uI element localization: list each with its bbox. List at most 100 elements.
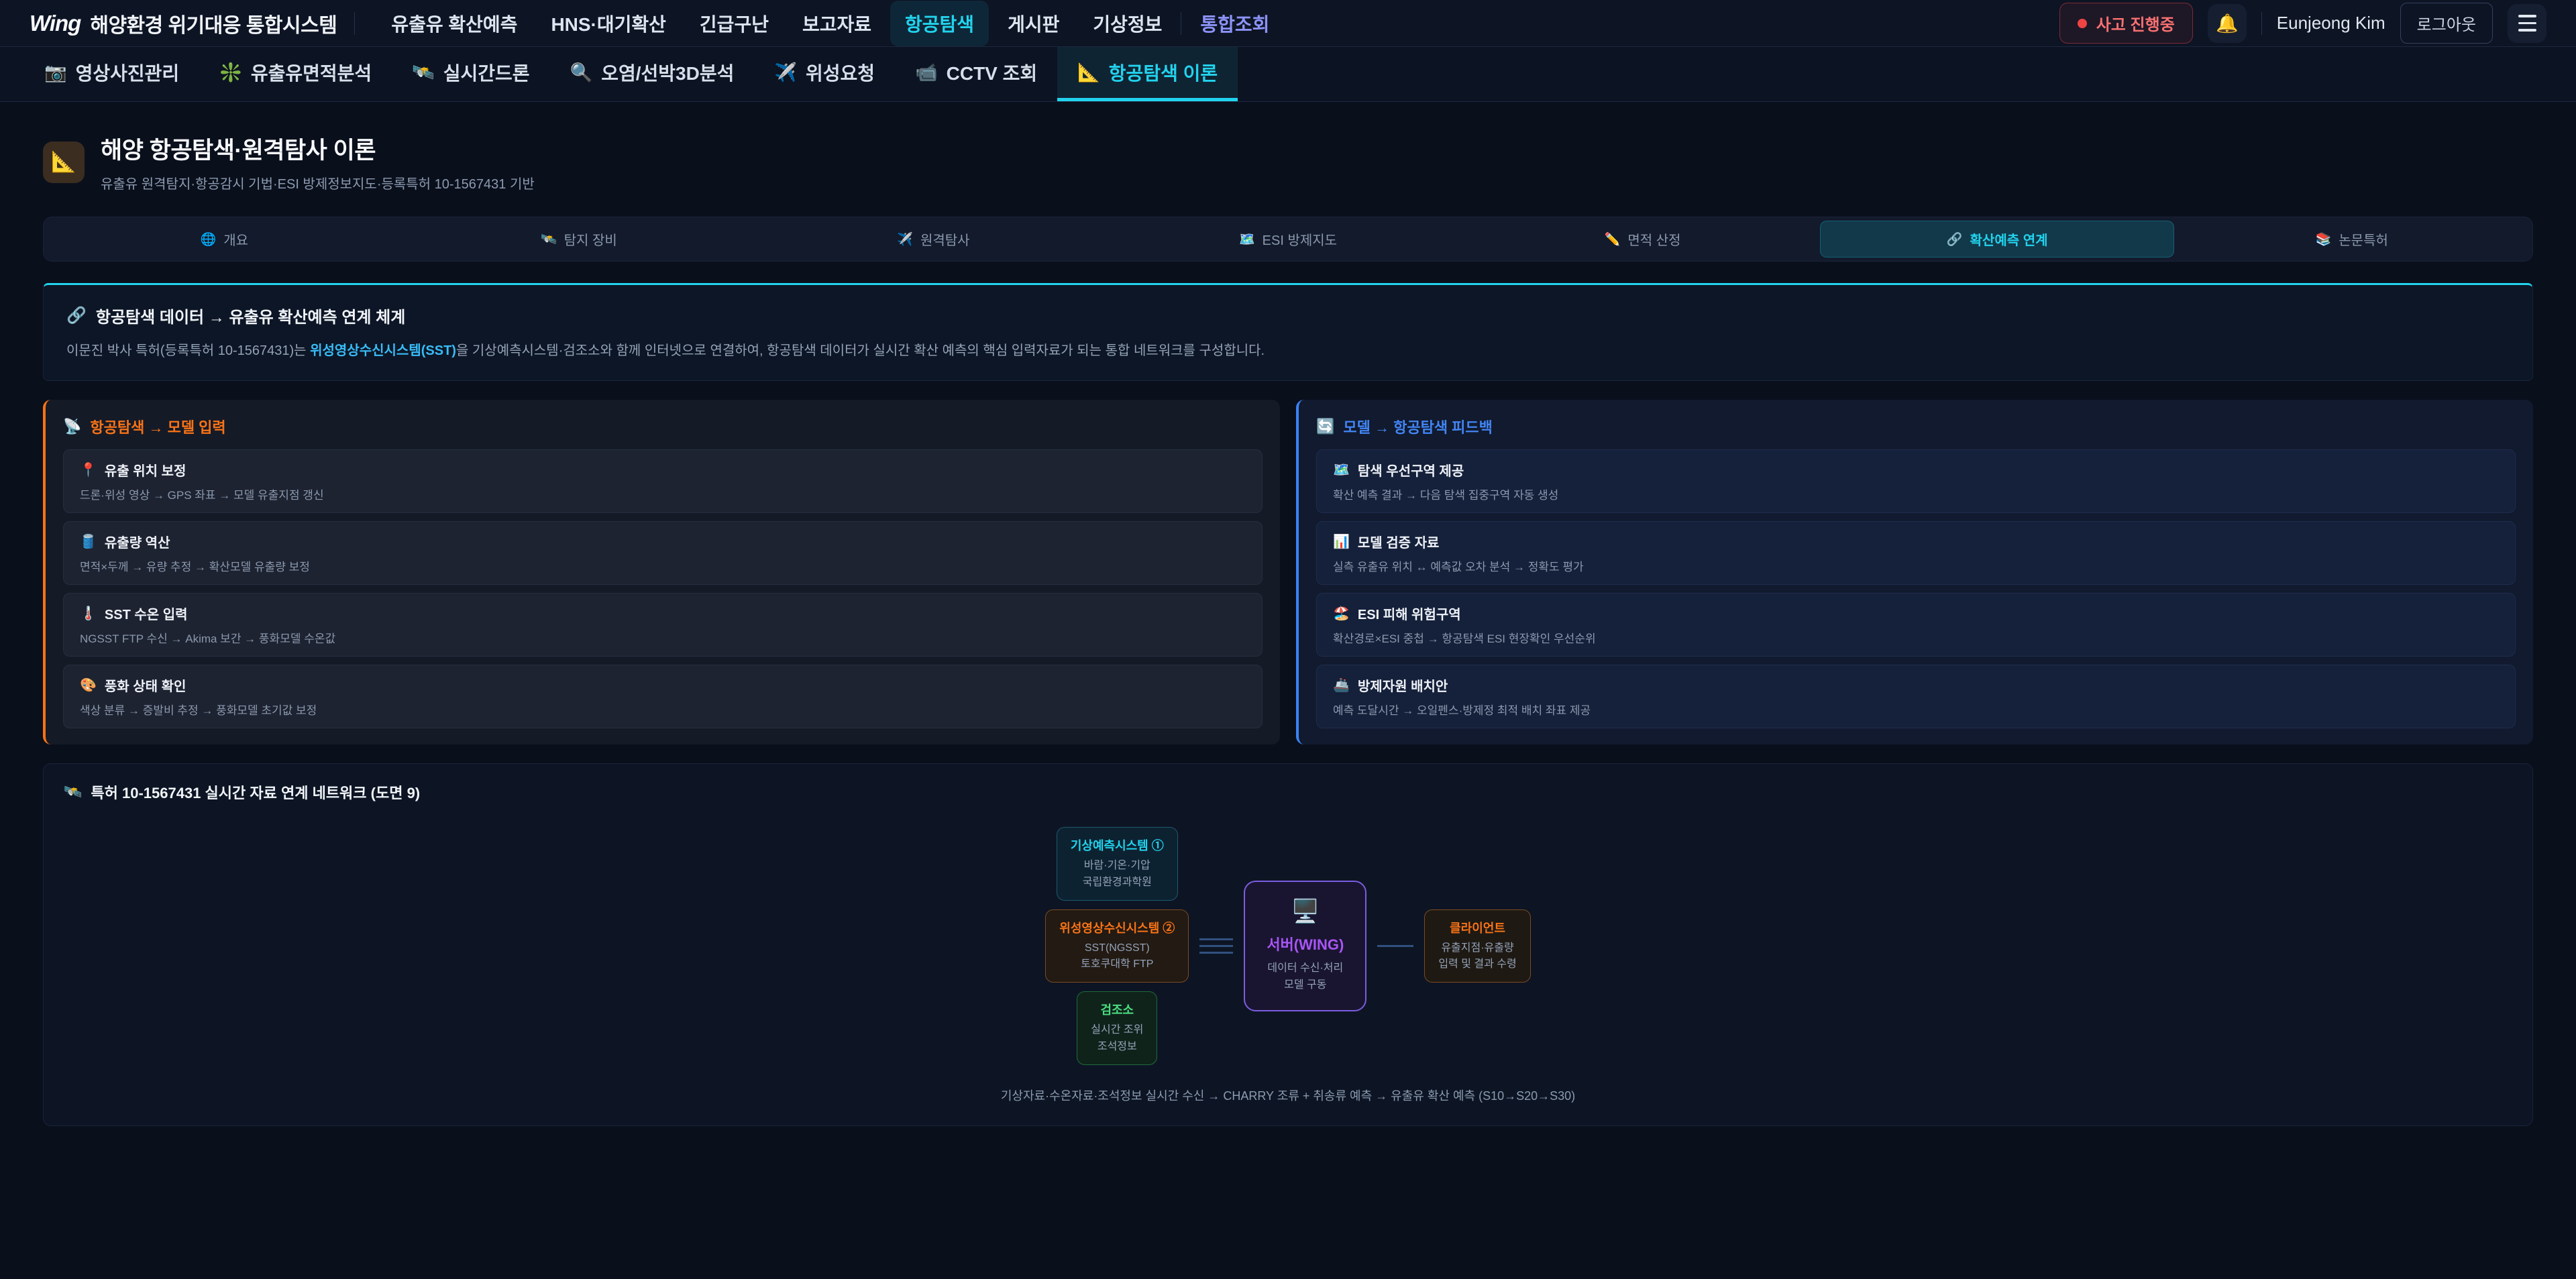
tab-papers-patents[interactable]: 📚 논문특허 (2174, 221, 2529, 258)
triangle-ruler-icon: 📐 (1077, 62, 1100, 83)
nav-item-board[interactable]: 게시판 (993, 1, 1074, 46)
subtab-realtime-drone[interactable]: 🛰️ 실시간드론 (392, 47, 549, 101)
hamburger-menu-button[interactable] (2508, 4, 2546, 43)
nav-item-weather-info[interactable]: 기상정보 (1078, 1, 1177, 46)
node-line: 데이터 수신·처리 (1267, 960, 1344, 977)
subtab-label: 유출유면적분석 (251, 59, 372, 86)
node-title: 기상예측시스템 ① (1071, 836, 1164, 854)
incident-status-badge[interactable]: 사고 진행중 (2059, 3, 2193, 44)
tab-overview[interactable]: 🌐 개요 (47, 221, 402, 258)
satellite-antenna-icon: 📡 (63, 418, 81, 435)
content-container: 📐 해양 항공탐색·원격탐사 이론 유출유 원격탐지·항공감시 기법·ESI 방… (0, 131, 2576, 1126)
divider (2261, 12, 2262, 35)
diagram-title-text: 특허 10-1567431 실시간 자료 연계 네트워크 (도면 9) (91, 781, 420, 803)
palette-icon: 🎨 (80, 677, 97, 693)
tab-label: 개요 (223, 229, 248, 249)
nav-item-emergency-rescue[interactable]: 긴급구난 (685, 1, 784, 46)
list-item-sst-temperature-input: 🌡️ SST 수온 입력 NGSST FTP 수신 → Akima 보간 → 풍… (63, 593, 1263, 657)
tab-detection-equipment[interactable]: 🛰️ 탐지 장비 (402, 221, 757, 258)
linkage-overview-card: 🔗 항공탐색 데이터 → 유출유 확산예측 연계 체계 이문진 박사 특허(등록… (43, 283, 2533, 381)
divider (354, 12, 355, 35)
logout-button[interactable]: 로그아웃 (2400, 3, 2493, 44)
notifications-button[interactable]: 🔔 (2208, 4, 2247, 43)
item-title: SST 수온 입력 (105, 604, 188, 623)
subtab-image-photo-management[interactable]: 📷 영상사진관리 (24, 47, 199, 101)
nav-item-reports[interactable]: 보고자료 (788, 1, 886, 46)
item-desc: 예측 도달시간 → 오일펜스·방제정 최적 배치 좌표 제공 (1333, 701, 2499, 718)
secondary-tab-bar: 📷 영상사진관리 ❇️ 유출유면적분석 🛰️ 실시간드론 🔍 오염/선박3D분석… (0, 47, 2576, 102)
node-line: 조석정보 (1091, 1039, 1143, 1056)
ship-icon: 🚢 (1333, 677, 1350, 693)
list-item-response-resource-deployment: 🚢 방제자원 배치안 예측 도달시간 → 오일펜스·방제정 최적 배치 좌표 제… (1316, 665, 2516, 728)
item-title: 탐색 우선구역 제공 (1358, 460, 1464, 480)
magnifier-icon: 🔍 (570, 62, 593, 83)
item-desc: 면적×두께 → 유량 추정 → 확산모델 유출량 보정 (80, 557, 1246, 574)
node-line: 모델 구동 (1267, 977, 1344, 994)
item-title: 풍화 상태 확인 (105, 675, 186, 695)
top-navigation-bar: Wing 해양환경 위기대응 통합시스템 유출유 확산예측 HNS·대기확산 긴… (0, 0, 2576, 47)
node-line: 입력 및 결과 수령 (1438, 956, 1516, 973)
subtab-pollution-ship-3d-analysis[interactable]: 🔍 오염/선박3D분석 (550, 47, 755, 101)
tab-label: 면적 산정 (1627, 229, 1680, 249)
body-text-after: 을 기상예측시스템·검조소와 함께 인터넷으로 연결하여, 항공탐색 데이터가 … (456, 343, 1265, 358)
node-title: 클라이언트 (1438, 919, 1516, 936)
subtab-oil-area-analysis[interactable]: ❇️ 유출유면적분석 (199, 47, 392, 101)
satellite-icon: 🛰️ (541, 231, 557, 247)
node-title: 검조소 (1091, 1001, 1143, 1018)
subtab-satellite-request[interactable]: ✈️ 위성요청 (754, 47, 895, 101)
nav-item-oil-spill-prediction[interactable]: 유출유 확산예측 (376, 1, 532, 46)
link-icon: 🔗 (66, 306, 87, 325)
books-icon: 📚 (2316, 231, 2332, 247)
node-line: 토호쿠대학 FTP (1059, 956, 1175, 973)
nav-item-integrated-search[interactable]: 통합조회 (1185, 1, 1284, 46)
sparkle-icon: ❇️ (219, 62, 242, 83)
bell-icon: 🔔 (2216, 13, 2239, 34)
item-title: ESI 피해 위험구역 (1358, 604, 1461, 623)
camera-icon: 📷 (44, 62, 67, 83)
subtab-label: 위성요청 (806, 59, 875, 86)
node-weather-forecast-system: 기상예측시스템 ① 바람·기온·기압 국립환경과학원 (1057, 827, 1178, 901)
node-client: 클라이언트 유출지점·유출량 입력 및 결과 수령 (1424, 909, 1530, 983)
subtab-cctv-view[interactable]: 📹 CCTV 조회 (895, 47, 1057, 101)
tab-remote-sensing[interactable]: ✈️ 원격탐사 (756, 221, 1111, 258)
thermometer-icon: 🌡️ (80, 605, 97, 622)
data-source-column: 기상예측시스템 ① 바람·기온·기압 국립환경과학원 위성영상수신시스템 ② S… (1045, 827, 1189, 1065)
app-title: 해양환경 위기대응 통합시스템 (90, 9, 337, 38)
logo-wing-icon: Wing (30, 11, 80, 36)
tab-prediction-linkage[interactable]: 🔗 확산예측 연계 (1820, 221, 2175, 258)
node-line: SST(NGSST) (1059, 940, 1175, 957)
tab-esi-response-map[interactable]: 🗺️ ESI 방제지도 (1111, 221, 1466, 258)
network-diagram: 기상예측시스템 ① 바람·기온·기압 국립환경과학원 위성영상수신시스템 ② S… (64, 827, 2512, 1065)
node-title: 서버(WING) (1267, 933, 1344, 954)
link-icon: 🔗 (1947, 231, 1963, 247)
item-desc: 색상 분류 → 증발비 추정 → 풍화모델 초기값 보정 (80, 701, 1246, 718)
airplane-icon: ✈️ (897, 231, 913, 247)
item-title: 유출 위치 보정 (105, 460, 186, 480)
incident-status-label: 사고 진행중 (2096, 11, 2175, 35)
globe-icon: 🌐 (201, 231, 217, 247)
panel-search-to-model-header: 📡 항공탐색 → 모델 입력 (63, 416, 1263, 437)
panel-title: 항공탐색 → 모델 입력 (90, 416, 225, 437)
nav-item-hns-air-diffusion[interactable]: HNS·대기확산 (536, 1, 680, 46)
app-logo[interactable]: Wing 해양환경 위기대응 통합시스템 (30, 9, 337, 38)
list-item-weathering-state-check: 🎨 풍화 상태 확인 색상 분류 → 증발비 추정 → 풍화모델 초기값 보정 (63, 665, 1263, 728)
tab-area-estimation[interactable]: ✏️ 면적 산정 (1465, 221, 1820, 258)
bar-chart-icon: 📊 (1333, 533, 1350, 550)
tab-label: 논문특허 (2339, 229, 2388, 249)
body-text-before: 이문진 박사 특허(등록특허 10-1567431)는 (66, 343, 310, 358)
item-desc: 실측 유출유 위치 ↔ 예측값 오차 분석 → 정확도 평가 (1333, 557, 2499, 574)
subtab-aerial-search-theory[interactable]: 📐 항공탐색 이론 (1057, 47, 1238, 101)
triple-link-connector (1199, 938, 1233, 954)
sst-system-link[interactable]: 위성영상수신시스템(SST) (310, 343, 456, 358)
node-line: 실시간 조위 (1091, 1022, 1143, 1039)
item-desc: 드론·위성 영상 → GPS 좌표 → 모델 유출지점 갱신 (80, 486, 1246, 502)
nav-item-aerial-search[interactable]: 항공탐색 (890, 1, 989, 46)
subtab-label: 영상사진관리 (76, 59, 180, 86)
subtab-label: 오염/선박3D분석 (601, 59, 734, 86)
tab-label: ESI 방제지도 (1263, 229, 1337, 249)
subtab-label: 항공탐색 이론 (1109, 59, 1218, 86)
tab-label: 원격탐사 (920, 229, 970, 249)
page-subtitle: 유출유 원격탐지·항공감시 기법·ESI 방제정보지도·등록특허 10-1567… (101, 173, 535, 192)
pin-icon: 📍 (80, 461, 97, 478)
pencil-icon: ✏️ (1605, 231, 1621, 247)
